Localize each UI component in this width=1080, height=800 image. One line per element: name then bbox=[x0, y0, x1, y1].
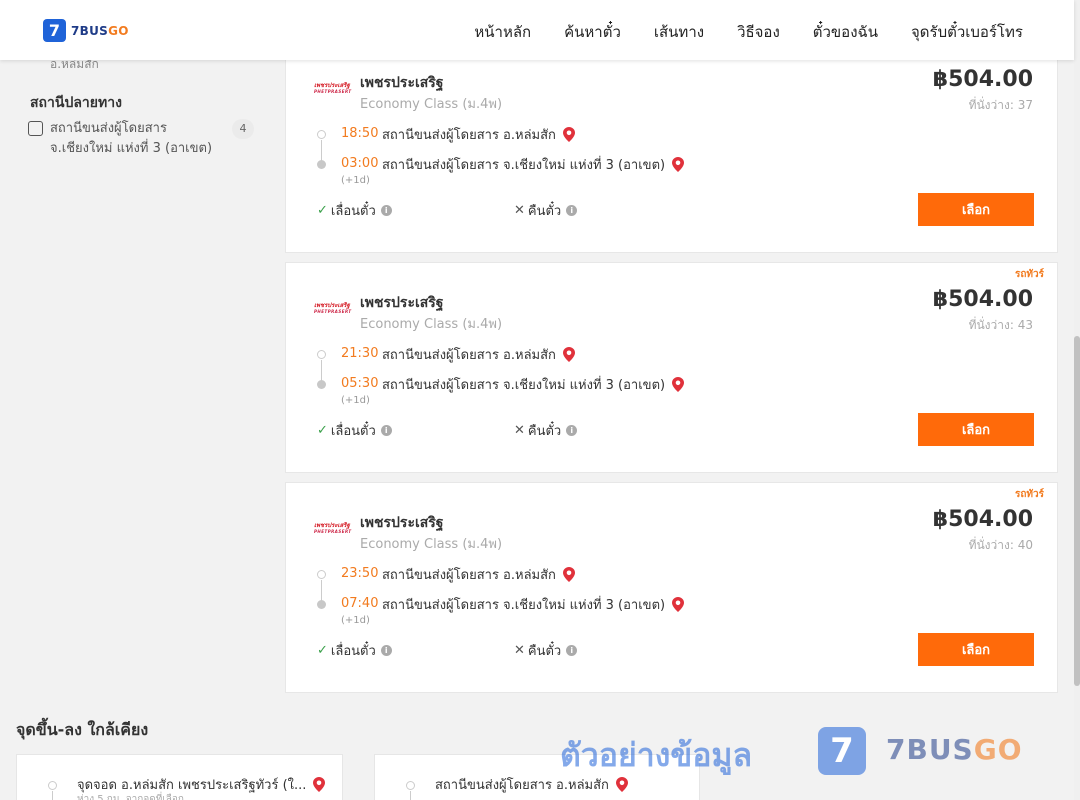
arrival-time: 03:00 bbox=[341, 156, 379, 171]
check-icon: ✓ bbox=[317, 643, 328, 658]
destination-filter-option[interactable]: สถานีขนส่งผู้โดยสาร จ.เชียงใหม่ แห่งที่ … bbox=[28, 119, 254, 159]
destination-filter-label: สถานีขนส่งผู้โดยสาร จ.เชียงใหม่ แห่งที่ … bbox=[50, 121, 213, 156]
scrollbar-thumb[interactable] bbox=[1074, 336, 1080, 686]
map-pin-icon[interactable] bbox=[672, 157, 685, 172]
trip-card: รถทัวร์ เพชรประเสริฐ PHETPRASERT เพชรประเ… bbox=[285, 482, 1058, 693]
departure-time: 18:50 bbox=[341, 126, 379, 141]
map-pin-icon[interactable] bbox=[672, 377, 685, 392]
refund-feature: ✕ คืนตั๋ว i bbox=[514, 420, 578, 441]
operator-logo: เพชรประเสริฐ PHETPRASERT bbox=[314, 522, 352, 535]
nav-my-tickets[interactable]: ตั๋วของฉัน bbox=[813, 20, 878, 44]
nav-home[interactable]: หน้าหลัก bbox=[474, 20, 531, 44]
cross-icon: ✕ bbox=[514, 203, 525, 218]
departure-stop: สถานีขนส่งผู้โดยสาร อ.หล่มสัก bbox=[382, 124, 575, 145]
watermark-brand: 7BUSGO bbox=[886, 733, 1023, 766]
seats-available: ที่นั่งว่าง: 37 bbox=[968, 98, 1033, 112]
timeline-line bbox=[410, 791, 411, 800]
departure-time: 23:50 bbox=[341, 566, 379, 581]
select-trip-button[interactable]: เลือก bbox=[918, 193, 1034, 226]
stop-dot-icon bbox=[406, 781, 415, 790]
trip-badge: รถทัวร์ bbox=[1014, 269, 1044, 280]
operator-name: เพชรประเสริฐ bbox=[360, 295, 444, 311]
logo-mark-icon: 7 bbox=[43, 19, 66, 42]
info-icon[interactable]: i bbox=[566, 645, 578, 656]
refund-feature: ✕ คืนตั๋ว i bbox=[514, 200, 578, 221]
top-header: 7 7BUSGO หน้าหลัก ค้นหาตั๋ว เส้นทาง วิธี… bbox=[0, 0, 1074, 60]
map-pin-icon[interactable] bbox=[562, 567, 575, 582]
operator-logo: เพชรประเสริฐ PHETPRASERT bbox=[314, 302, 352, 315]
destination-checkbox[interactable] bbox=[28, 121, 43, 136]
info-icon[interactable]: i bbox=[380, 425, 392, 436]
departure-stop: สถานีขนส่งผู้โดยสาร อ.หล่มสัก bbox=[382, 564, 575, 585]
bus-class: Economy Class (ม.4พ) bbox=[360, 537, 503, 552]
logo-text: 7BUSGO bbox=[71, 23, 129, 38]
next-day-indicator: (+1d) bbox=[341, 615, 370, 626]
cross-icon: ✕ bbox=[514, 643, 525, 658]
reschedule-feature: ✓ เลื่อนตั๋ว i bbox=[317, 420, 392, 441]
departure-stop: สถานีขนส่งผู้โดยสาร อ.หล่มสัก bbox=[382, 344, 575, 365]
bus-class: Economy Class (ม.4พ) bbox=[360, 317, 503, 332]
nav-how-to-book[interactable]: วิธีจอง bbox=[737, 20, 780, 44]
nearby-stop-card[interactable]: จุดจอด อ.หล่มสัก เพชรประเสริฐทัวร์ (ใ...… bbox=[16, 754, 343, 800]
trip-price: ฿504.00 bbox=[932, 507, 1033, 532]
operator-name: เพชรประเสริฐ bbox=[360, 75, 444, 91]
trip-badge: รถทัวร์ bbox=[1014, 489, 1044, 500]
next-day-indicator: (+1d) bbox=[341, 175, 370, 186]
arrival-stop: สถานีขนส่งผู้โดยสาร จ.เชียงใหม่ แห่งที่ … bbox=[382, 594, 685, 615]
bus-class: Economy Class (ม.4พ) bbox=[360, 97, 503, 112]
arrival-time: 05:30 bbox=[341, 376, 379, 391]
info-icon[interactable]: i bbox=[380, 205, 392, 216]
map-pin-icon[interactable] bbox=[672, 597, 685, 612]
destination-filter-title: สถานีปลายทาง bbox=[30, 95, 122, 111]
departure-dot-icon bbox=[317, 130, 326, 139]
page-scrollbar[interactable] bbox=[1074, 0, 1080, 800]
arrival-stop: สถานีขนส่งผู้โดยสาร จ.เชียงใหม่ แห่งที่ … bbox=[382, 374, 685, 395]
next-day-indicator: (+1d) bbox=[341, 395, 370, 406]
reschedule-feature: ✓ เลื่อนตั๋ว i bbox=[317, 200, 392, 221]
nearby-stops-title: จุดขึ้น-ลง ใกล้เคียง bbox=[16, 720, 149, 739]
timeline-line bbox=[52, 791, 53, 800]
arrival-time: 07:40 bbox=[341, 596, 379, 611]
select-trip-button[interactable]: เลือก bbox=[918, 413, 1034, 446]
departure-dot-icon bbox=[317, 570, 326, 579]
nav-ticket-pickup[interactable]: จุดรับตั๋วเบอร์โทร bbox=[911, 20, 1023, 44]
select-trip-button[interactable]: เลือก bbox=[918, 633, 1034, 666]
main-nav: หน้าหลัก ค้นหาตั๋ว เส้นทาง วิธีจอง ตั๋วข… bbox=[474, 20, 1023, 44]
map-pin-icon[interactable] bbox=[562, 127, 575, 142]
trip-price: ฿504.00 bbox=[932, 67, 1033, 92]
check-icon: ✓ bbox=[317, 203, 328, 218]
seats-available: ที่นั่งว่าง: 40 bbox=[968, 538, 1033, 552]
trip-card: เพชรประเสริฐ PHETPRASERT เพชรประเสริฐ Eco… bbox=[285, 42, 1058, 253]
operator-name: เพชรประเสริฐ bbox=[360, 515, 444, 531]
watermark-logo-icon: 7 bbox=[818, 727, 866, 775]
info-icon[interactable]: i bbox=[566, 205, 578, 216]
info-icon[interactable]: i bbox=[566, 425, 578, 436]
nav-routes[interactable]: เส้นทาง bbox=[654, 20, 704, 44]
departure-time: 21:30 bbox=[341, 346, 379, 361]
sample-watermark-text: ตัวอย่างข้อมูล bbox=[560, 736, 753, 774]
cross-icon: ✕ bbox=[514, 423, 525, 438]
arrival-dot-icon bbox=[317, 380, 326, 389]
nav-search-ticket[interactable]: ค้นหาตั๋ว bbox=[564, 20, 621, 44]
map-pin-icon[interactable] bbox=[562, 347, 575, 362]
map-pin-icon[interactable] bbox=[313, 777, 326, 792]
operator-logo: เพชรประเสริฐ PHETPRASERT bbox=[314, 82, 352, 95]
site-logo[interactable]: 7 7BUSGO bbox=[43, 19, 129, 42]
destination-count-badge: 4 bbox=[232, 119, 254, 139]
check-icon: ✓ bbox=[317, 423, 328, 438]
trip-price: ฿504.00 bbox=[932, 287, 1033, 312]
refund-feature: ✕ คืนตั๋ว i bbox=[514, 640, 578, 661]
arrival-stop: สถานีขนส่งผู้โดยสาร จ.เชียงใหม่ แห่งที่ … bbox=[382, 154, 685, 175]
arrival-dot-icon bbox=[317, 600, 326, 609]
nearby-stop-distance: ห่าง 5 กม. จากจุดที่เลือก bbox=[77, 794, 184, 800]
seats-available: ที่นั่งว่าง: 43 bbox=[968, 318, 1033, 332]
arrival-dot-icon bbox=[317, 160, 326, 169]
trip-card: รถทัวร์ เพชรประเสริฐ PHETPRASERT เพชรประเ… bbox=[285, 262, 1058, 473]
info-icon[interactable]: i bbox=[380, 645, 392, 656]
reschedule-feature: ✓ เลื่อนตั๋ว i bbox=[317, 640, 392, 661]
departure-dot-icon bbox=[317, 350, 326, 359]
stop-dot-icon bbox=[48, 781, 57, 790]
